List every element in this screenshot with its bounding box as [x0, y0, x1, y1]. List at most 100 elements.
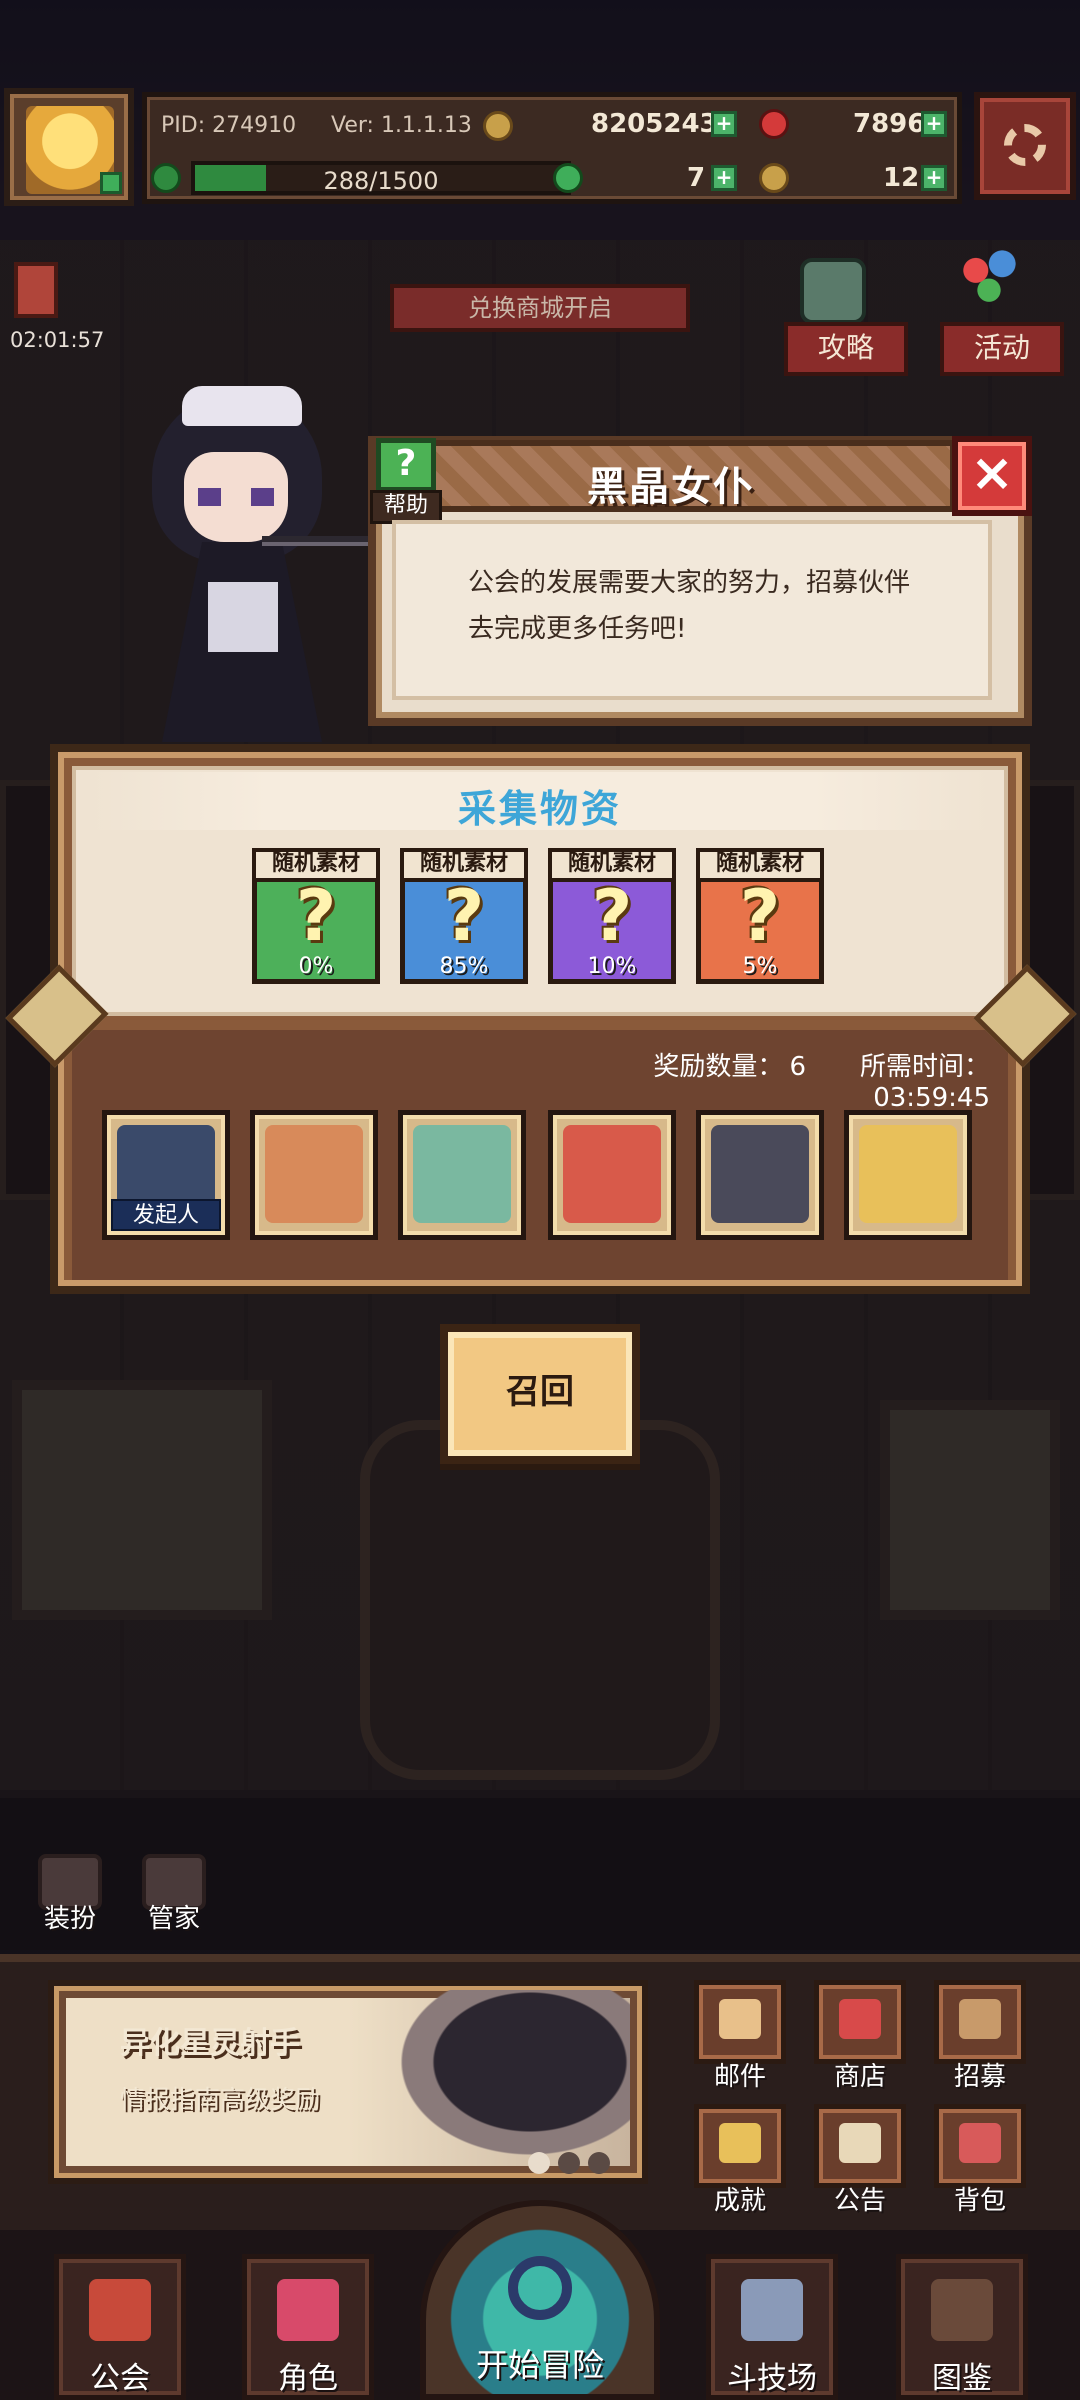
material-card-purple[interactable]: 随机素材 ? 10% — [548, 848, 676, 984]
gift-box-icon[interactable] — [14, 262, 58, 318]
close-button[interactable]: × — [952, 436, 1032, 516]
key-add-button[interactable]: + — [921, 165, 947, 191]
maid-npc-sprite — [112, 386, 382, 742]
close-icon: × — [970, 443, 1014, 503]
gift-timer: 02:01:57 — [10, 328, 105, 352]
activity-button[interactable]: 活动 — [940, 322, 1064, 376]
required-time: 03:59:45 — [873, 1083, 990, 1113]
recall-button[interactable]: 召回 — [440, 1324, 640, 1464]
bag-button[interactable]: 背包 — [930, 2104, 1030, 2216]
hero-portrait — [413, 1125, 511, 1223]
promo-title: 异化星灵射手 — [120, 2026, 300, 2061]
maid-tray — [262, 536, 382, 546]
material-card-blue[interactable]: 随机素材 ? 85% — [400, 848, 528, 984]
shop-label: 商店 — [833, 2062, 886, 2092]
nav-character-label: 角色 — [278, 2361, 338, 2396]
promo-pagination — [528, 2152, 628, 2174]
clover-icon — [553, 163, 583, 193]
gather-title: 采集物资 — [457, 787, 622, 831]
nav-tab-arena[interactable]: 斗技场 — [706, 2254, 838, 2400]
clover-amount: 7 — [687, 163, 706, 193]
backpack-icon — [934, 2104, 1026, 2188]
required-time-label: 所需时间： — [859, 1052, 990, 1082]
guide-button[interactable]: 攻略 — [784, 322, 908, 376]
reward-count-label: 奖励数量： — [653, 1052, 784, 1082]
book-icon — [931, 2279, 993, 2341]
gem-add-button[interactable]: + — [921, 111, 947, 137]
maid-eyes — [198, 488, 274, 506]
dress-up-button[interactable]: 装扮 — [32, 1854, 108, 1936]
avatar-level-icon — [100, 172, 122, 194]
gem-icon — [759, 109, 789, 139]
question-mark-icon: ? — [739, 875, 781, 957]
gem-amount: 7896 — [853, 109, 926, 139]
gear-icon — [1004, 124, 1046, 166]
maid-apron — [208, 582, 278, 652]
nav-tab-guild[interactable]: 公会 — [54, 2254, 186, 2400]
stamina-bar: 288/1500 — [191, 161, 571, 195]
hero-slot-initiator[interactable]: 发起人 — [102, 1110, 230, 1240]
player-avatar[interactable] — [4, 88, 134, 206]
material-chance: 0% — [298, 954, 334, 979]
reward-count: 6 — [789, 1052, 806, 1082]
dress-up-label: 装扮 — [43, 1904, 96, 1934]
magnifier-icon — [508, 2256, 572, 2320]
promo-character-art — [380, 1990, 630, 2170]
help-button[interactable]: ? 帮助 — [370, 438, 442, 524]
nav-tab-character[interactable]: 角色 — [242, 2254, 374, 2400]
hero-slot-4[interactable] — [548, 1110, 676, 1240]
question-mark-icon: ? — [443, 875, 485, 957]
hero-slot-6[interactable] — [844, 1110, 972, 1240]
initiator-tag: 发起人 — [111, 1199, 221, 1231]
question-icon: ? — [376, 438, 436, 492]
material-chance: 5% — [742, 954, 778, 979]
help-label: 帮助 — [370, 490, 442, 524]
pagination-dot[interactable] — [528, 2152, 550, 2174]
material-chance: 85% — [439, 954, 489, 979]
hero-slot-2[interactable] — [250, 1110, 378, 1240]
notice-button[interactable]: 公告 — [810, 2104, 910, 2216]
hero-slot-3[interactable] — [398, 1110, 526, 1240]
achievement-label: 成就 — [713, 2186, 766, 2216]
pagination-dot[interactable] — [558, 2152, 580, 2174]
guide-chat-icon — [800, 258, 866, 324]
shop-button[interactable]: 商店 — [810, 1980, 910, 2092]
clover-add-button[interactable]: + — [711, 165, 737, 191]
npc-message-line-2: 去完成更多任务吧! — [468, 614, 687, 644]
guild-hall-icon — [89, 2279, 151, 2341]
material-chance: 10% — [587, 954, 637, 979]
recruit-icon — [934, 1980, 1026, 2064]
character-icon — [277, 2279, 339, 2341]
material-card-green[interactable]: 随机素材 ? 0% — [252, 848, 380, 984]
shop-icon — [814, 1980, 906, 2064]
nav-guild-label: 公会 — [90, 2361, 150, 2396]
key-amount: 12 — [883, 163, 920, 193]
player-id: PID: 274910 — [161, 113, 297, 138]
gold-coin-icon — [483, 111, 513, 141]
settings-button[interactable] — [974, 92, 1076, 200]
event-banner[interactable]: 兑换商城开启 — [390, 284, 690, 332]
trophy-icon — [694, 2104, 786, 2188]
hero-portrait — [711, 1125, 809, 1223]
recruit-button[interactable]: 招募 — [930, 1980, 1030, 2092]
top-status-bar: PID: 274910 Ver: 1.1.1.13 8205243 + 7896… — [0, 88, 1080, 208]
nav-start-label: 开始冒险 — [475, 2346, 604, 2384]
nav-codex-label: 图鉴 — [932, 2361, 992, 2396]
recruit-label: 招募 — [953, 2062, 1006, 2092]
butler-button[interactable]: 管家 — [136, 1854, 212, 1936]
stamina-clover-icon — [151, 163, 181, 193]
gold-add-button[interactable]: + — [711, 111, 737, 137]
hero-slot-5[interactable] — [696, 1110, 824, 1240]
nav-tab-codex[interactable]: 图鉴 — [896, 2254, 1028, 2400]
bag-label: 背包 — [953, 2186, 1006, 2216]
megaphone-icon — [814, 2104, 906, 2188]
game-version: Ver: 1.1.1.13 — [331, 113, 472, 138]
butler-label: 管家 — [147, 1904, 200, 1934]
stamina-value: 288/1500 — [323, 167, 439, 195]
pagination-dot[interactable] — [588, 2152, 610, 2174]
achievement-button[interactable]: 成就 — [690, 2104, 790, 2216]
npc-message-line-1: 公会的发展需要大家的努力，招募伙伴 — [468, 568, 911, 598]
mail-button[interactable]: 邮件 — [690, 1980, 790, 2092]
hero-portrait — [859, 1125, 957, 1223]
material-card-orange[interactable]: 随机素材 ? 5% — [696, 848, 824, 984]
